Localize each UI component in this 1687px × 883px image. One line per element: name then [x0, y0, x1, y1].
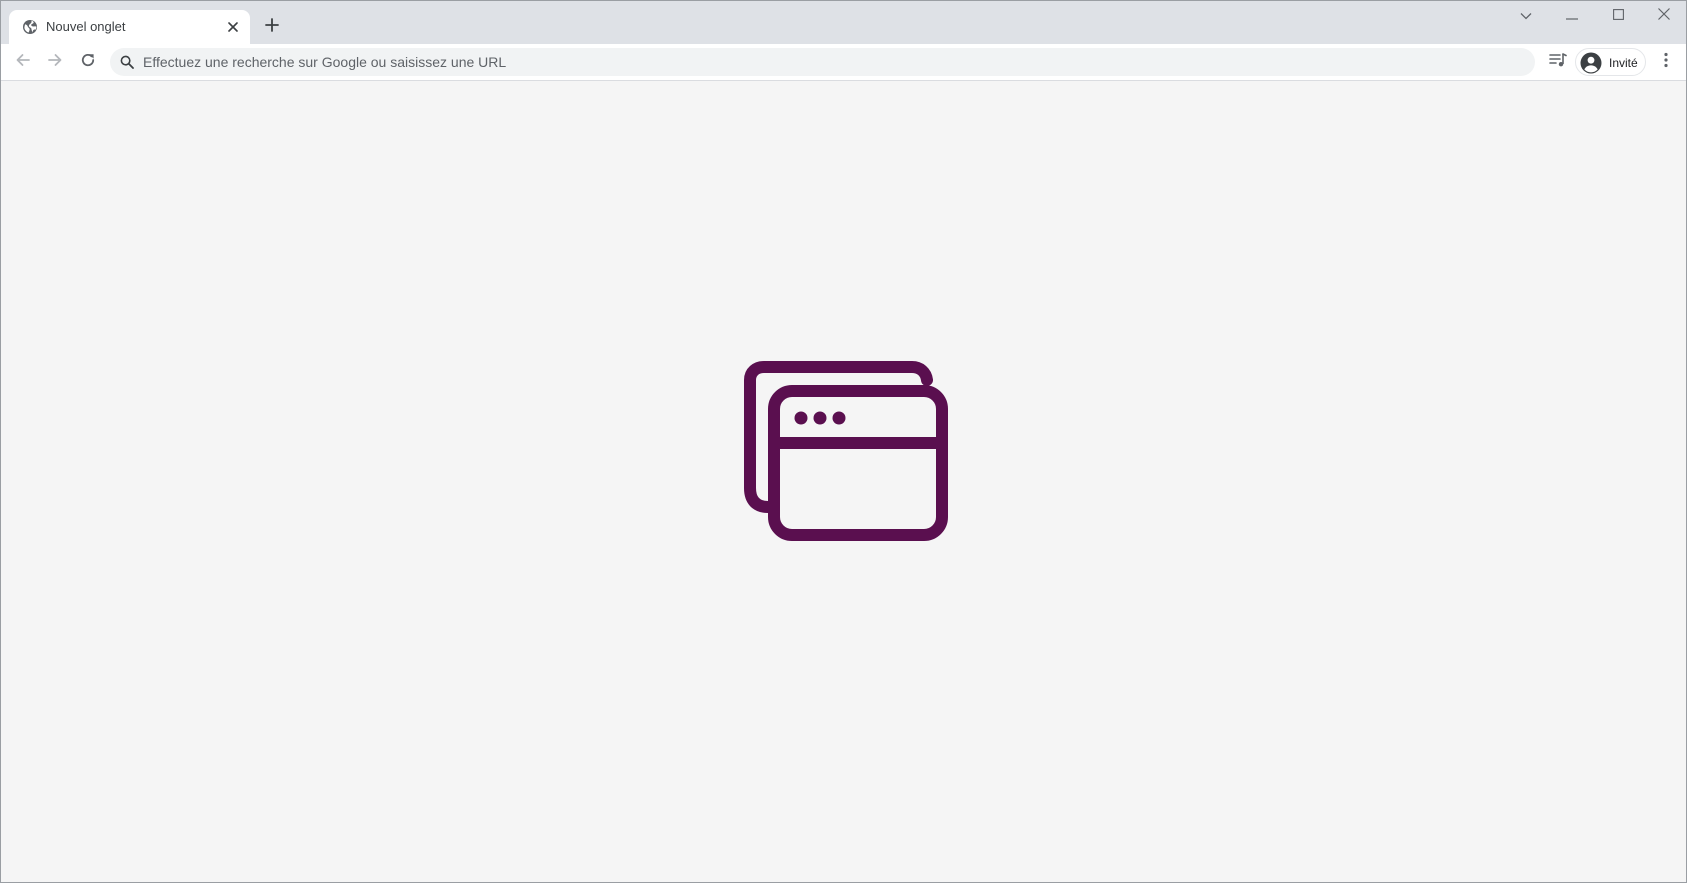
profile-button[interactable]: Invité — [1575, 48, 1646, 76]
reload-button[interactable] — [74, 48, 102, 76]
close-icon — [1658, 7, 1670, 25]
maximize-button[interactable] — [1598, 5, 1638, 27]
tab-close-icon[interactable] — [224, 18, 242, 36]
tab-strip: Nouvel onglet — [1, 1, 1686, 44]
more-vert-icon — [1664, 52, 1668, 73]
globe-icon — [22, 19, 38, 35]
browser-windows-icon — [744, 361, 948, 541]
forward-button[interactable] — [41, 48, 69, 76]
minimize-icon — [1566, 7, 1578, 25]
omnibox-input[interactable] — [143, 48, 1513, 76]
chevron-down-icon — [1520, 7, 1532, 25]
arrow-right-icon — [47, 52, 63, 73]
search-icon — [120, 55, 134, 69]
toolbar: Invité — [1, 44, 1686, 81]
tab-search-button[interactable] — [1506, 5, 1546, 27]
reading-list-icon — [1549, 52, 1567, 73]
tab-active[interactable]: Nouvel onglet — [9, 10, 250, 44]
reload-icon — [80, 52, 96, 73]
page-content — [1, 81, 1686, 882]
browser-window: Nouvel onglet Effectuez une recherche su… — [0, 0, 1687, 883]
browser-menu-button[interactable] — [1652, 48, 1680, 76]
plus-icon — [265, 17, 279, 37]
arrow-left-icon — [15, 52, 31, 73]
minimize-button[interactable] — [1552, 5, 1592, 27]
tab-title: Nouvel onglet — [46, 19, 126, 34]
reading-list-button[interactable] — [1544, 48, 1572, 76]
window-close-button[interactable] — [1644, 5, 1684, 27]
profile-label: Invité — [1609, 56, 1638, 70]
account-circle-icon — [1580, 52, 1602, 74]
omnibox[interactable] — [110, 48, 1535, 76]
back-button[interactable] — [9, 48, 37, 76]
maximize-icon — [1612, 7, 1624, 25]
new-tab-button[interactable] — [260, 15, 284, 39]
